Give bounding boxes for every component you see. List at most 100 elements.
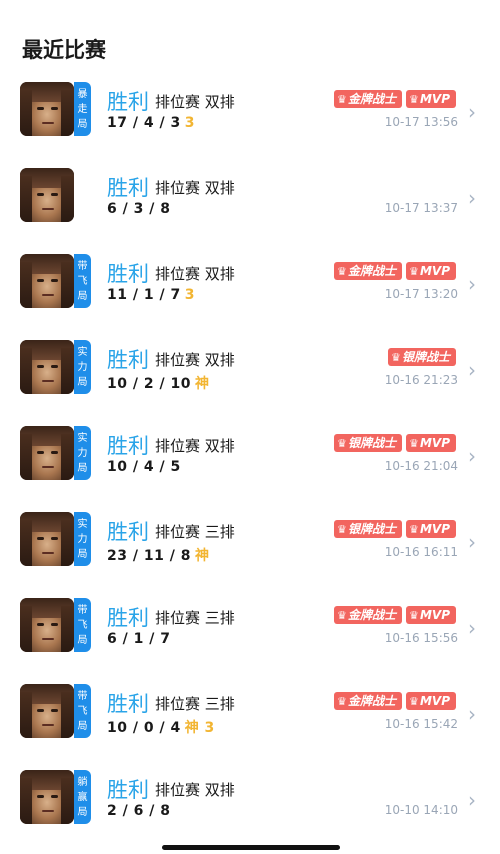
home-indicator[interactable] xyxy=(162,845,340,850)
hero-avatar-group: 带飞局 xyxy=(20,598,91,652)
achievement-label: MVP xyxy=(419,608,450,622)
match-kda: 17 / 4 / 33 xyxy=(107,115,195,131)
match-tag-char: 力 xyxy=(77,361,88,373)
avatar-detail xyxy=(20,90,32,136)
match-time: 10-10 14:10 xyxy=(384,803,458,817)
achievement-label: MVP xyxy=(419,522,450,536)
achievement-label: MVP xyxy=(419,436,450,450)
match-row[interactable]: 胜利 排位赛 双排 6 / 3 / 8 10-17 13:37 › xyxy=(0,166,500,252)
match-mode: 排位赛 双排 xyxy=(155,437,235,455)
avatar-detail xyxy=(51,623,58,626)
trophy-icon: ♛ xyxy=(336,523,347,536)
avatar-detail xyxy=(37,107,44,110)
match-row[interactable]: 躺赢局胜利 排位赛 双排 2 / 6 / 8 10-10 14:10 › xyxy=(0,768,500,854)
match-mode: 排位赛 双排 xyxy=(155,93,235,111)
achievement-badge: ♛ 金牌战士 xyxy=(333,262,402,280)
avatar-detail xyxy=(61,176,74,222)
match-row[interactable]: 带飞局胜利 排位赛 双排 11 / 1 / 7 3 ♛ 金牌战士 ♛ MVP 10-17 13:… xyxy=(0,252,500,338)
match-row[interactable]: 带飞局胜利 排位赛 三排 6 / 1 / 7 ♛ 金牌战士 ♛ MVP 10-16 15:56… xyxy=(0,596,500,682)
match-result: 胜利 xyxy=(107,692,149,716)
match-row[interactable]: 实力局胜利 排位赛 三排 23 / 11 / 8 神 ♛ 银牌战士 ♛ MVP 10-16 16… xyxy=(0,510,500,596)
match-tag-char: 局 xyxy=(77,290,88,302)
avatar-detail xyxy=(37,365,44,368)
kda-value: 10 / 2 / 10 xyxy=(107,376,191,392)
kda-value: 2 / 6 / 8 xyxy=(107,803,171,819)
achievement-label: 银牌战士 xyxy=(401,350,450,364)
trophy-icon: ♛ xyxy=(336,437,347,450)
avatar-detail xyxy=(20,606,32,652)
avatar-detail xyxy=(61,262,74,308)
hero-avatar-group: 带飞局 xyxy=(20,254,91,308)
avatar-detail xyxy=(20,434,32,480)
chevron-right-icon[interactable]: › xyxy=(468,444,476,468)
chevron-right-icon[interactable]: › xyxy=(468,702,476,726)
trophy-icon: ♛ xyxy=(336,265,347,278)
match-result: 胜利 xyxy=(107,778,149,802)
match-result: 胜利 xyxy=(107,90,149,114)
avatar-detail xyxy=(37,451,44,454)
chevron-right-icon[interactable]: › xyxy=(468,530,476,554)
achievement-badge: ♛ 银牌战士 xyxy=(333,520,402,538)
kda-highlight: 神 3 xyxy=(184,720,215,736)
hero-avatar xyxy=(20,684,74,738)
hero-avatar xyxy=(20,168,74,222)
avatar-detail xyxy=(20,176,32,222)
trophy-icon: ♛ xyxy=(408,265,419,278)
hero-avatar xyxy=(20,512,74,566)
match-row[interactable]: 暴走局胜利 排位赛 双排 17 / 4 / 3 3 ♛ 金牌战士 ♛ MVP 10-17 13:… xyxy=(0,80,500,166)
avatar-detail xyxy=(51,279,58,282)
match-tag-char: 飞 xyxy=(77,619,88,631)
achievement-badges: ♛ 银牌战士 ♛ MVP xyxy=(333,434,456,452)
achievement-label: 银牌战士 xyxy=(347,436,396,450)
achievement-label: 金牌战士 xyxy=(347,264,396,278)
hero-avatar-group: 实力局 xyxy=(20,512,91,566)
chevron-right-icon[interactable]: › xyxy=(468,100,476,124)
match-tag-badge: 实力局 xyxy=(74,340,91,394)
achievement-badges: ♛ 银牌战士 ♛ MVP xyxy=(333,520,456,538)
chevron-right-icon[interactable]: › xyxy=(468,358,476,382)
match-tag-char: 走 xyxy=(77,103,88,115)
achievement-badges: ♛ 金牌战士 ♛ MVP xyxy=(333,606,456,624)
avatar-detail xyxy=(37,795,44,798)
hero-avatar xyxy=(20,82,74,136)
avatar-detail xyxy=(51,193,58,196)
achievement-badge: ♛ 银牌战士 xyxy=(387,348,456,366)
trophy-icon: ♛ xyxy=(408,609,419,622)
match-mode: 排位赛 三排 xyxy=(155,523,235,541)
match-tag-char: 局 xyxy=(77,634,88,646)
achievement-badge: ♛ MVP xyxy=(405,90,456,108)
avatar-detail xyxy=(42,638,54,640)
match-row[interactable]: 实力局胜利 排位赛 双排 10 / 4 / 5 ♛ 银牌战士 ♛ MVP 10-16 21:0… xyxy=(0,424,500,510)
avatar-detail xyxy=(61,348,74,394)
kda-value: 23 / 11 / 8 xyxy=(107,548,191,564)
achievement-badges: ♛ 金牌战士 ♛ MVP xyxy=(333,90,456,108)
avatar-detail xyxy=(42,122,54,124)
achievement-badge: ♛ MVP xyxy=(405,606,456,624)
chevron-right-icon[interactable]: › xyxy=(468,186,476,210)
match-tag-char: 飞 xyxy=(77,275,88,287)
match-time: 10-16 16:11 xyxy=(384,545,458,559)
match-list: 暴走局胜利 排位赛 双排 17 / 4 / 3 3 ♛ 金牌战士 ♛ MVP 10-17 13:… xyxy=(0,80,500,854)
match-mode: 排位赛 三排 xyxy=(155,695,235,713)
match-result: 胜利 xyxy=(107,176,149,200)
hero-avatar xyxy=(20,426,74,480)
match-tag-char: 局 xyxy=(77,462,88,474)
match-mode: 排位赛 三排 xyxy=(155,609,235,627)
hero-avatar xyxy=(20,598,74,652)
achievement-badge: ♛ 银牌战士 xyxy=(333,434,402,452)
chevron-right-icon[interactable]: › xyxy=(468,788,476,812)
match-time: 10-16 21:23 xyxy=(384,373,458,387)
avatar-detail xyxy=(37,623,44,626)
hero-avatar-group: 带飞局 xyxy=(20,684,91,738)
avatar-detail xyxy=(20,520,32,566)
match-row[interactable]: 实力局胜利 排位赛 双排 10 / 2 / 10 神 ♛ 银牌战士 10-16 21:23 › xyxy=(0,338,500,424)
match-time: 10-16 15:56 xyxy=(384,631,458,645)
match-result: 胜利 xyxy=(107,348,149,372)
match-row[interactable]: 带飞局胜利 排位赛 三排 10 / 0 / 4神 3 ♛ 金牌战士 ♛ MVP 10-16 1… xyxy=(0,682,500,768)
chevron-right-icon[interactable]: › xyxy=(468,616,476,640)
match-result: 胜利 xyxy=(107,434,149,458)
chevron-right-icon[interactable]: › xyxy=(468,272,476,296)
avatar-detail xyxy=(61,778,74,824)
kda-value: 10 / 4 / 5 xyxy=(107,459,181,475)
avatar-detail xyxy=(61,434,74,480)
